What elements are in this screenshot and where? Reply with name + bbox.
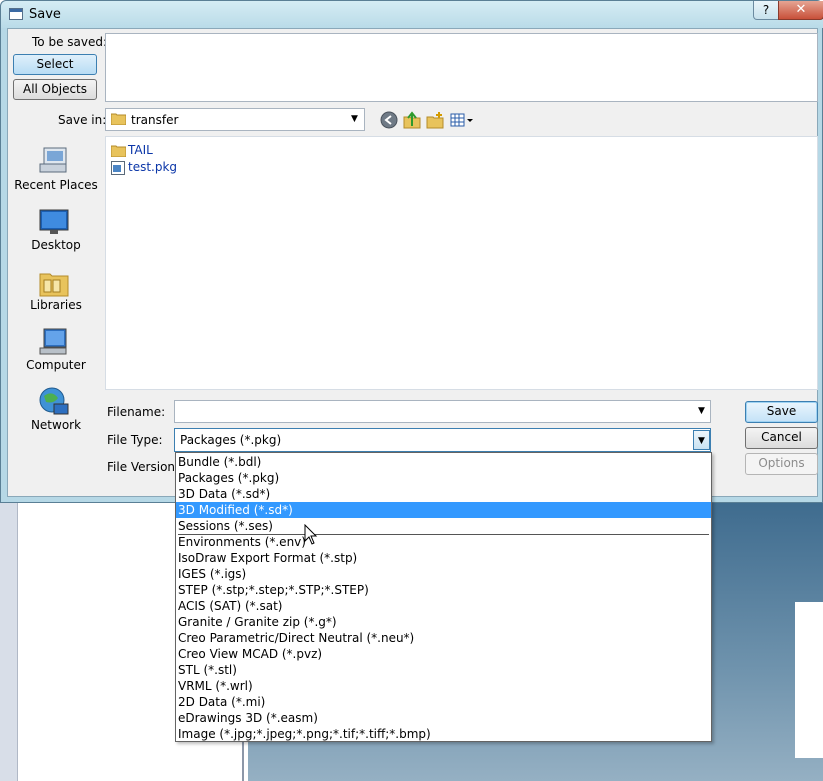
dropdown-option[interactable]: Image (*.jpg;*.jpeg;*.png;*.tif;*.tiff;*…: [176, 726, 711, 742]
view-menu-icon[interactable]: [450, 111, 476, 129]
save-in-value: transfer: [131, 113, 179, 127]
options-button[interactable]: Options: [745, 453, 818, 475]
chevron-down-icon[interactable]: ▼: [351, 114, 358, 124]
mouse-cursor-icon: [304, 524, 318, 545]
to-be-saved-label: To be saved:: [32, 35, 108, 49]
dropdown-option[interactable]: 3D Data (*.sd*): [176, 486, 711, 502]
dropdown-option[interactable]: Creo View MCAD (*.pvz): [176, 646, 711, 662]
title-bar: Save ? ✕: [1, 1, 823, 28]
network-icon: [39, 387, 69, 415]
recent-places-icon: [39, 147, 67, 173]
file-type-dropdown-list[interactable]: Bundle (*.bdl) Packages (*.pkg) 3D Data (*…: [175, 452, 712, 742]
save-in-label: Save in:: [58, 113, 107, 127]
place-desktop[interactable]: Desktop: [8, 204, 104, 260]
dropdown-option[interactable]: VRML (*.wrl): [176, 678, 711, 694]
close-button[interactable]: ✕: [778, 1, 823, 20]
desktop-icon: [39, 209, 69, 234]
file-list[interactable]: TAIL test.pkg: [105, 136, 818, 390]
back-icon[interactable]: [380, 111, 398, 129]
computer-icon: [39, 328, 67, 355]
dropdown-option[interactable]: Sessions (*.ses): [176, 518, 711, 534]
dropdown-option[interactable]: eDrawings 3D (*.easm): [176, 710, 711, 726]
window-icon: [9, 8, 23, 20]
place-libraries[interactable]: Libraries: [8, 264, 104, 320]
dropdown-option[interactable]: IsoDraw Export Format (*.stp): [176, 550, 711, 566]
place-network[interactable]: Network: [8, 384, 104, 440]
filename-input[interactable]: [174, 400, 711, 423]
file-name: test.pkg: [128, 160, 178, 174]
background-side-panel: [795, 602, 823, 758]
up-folder-icon[interactable]: [403, 111, 421, 129]
chevron-down-icon[interactable]: ▼: [698, 406, 705, 416]
file-type-value: Packages (*.pkg): [180, 433, 282, 447]
dropdown-option[interactable]: Packages (*.pkg): [176, 470, 711, 486]
file-type-dropdown-button[interactable]: ▼: [693, 430, 710, 450]
dropdown-option[interactable]: 2D Data (*.mi): [176, 694, 711, 710]
new-folder-icon[interactable]: [426, 111, 444, 129]
help-button[interactable]: ?: [753, 1, 779, 20]
dropdown-option[interactable]: Granite / Granite zip (*.g*): [176, 614, 711, 630]
file-version-label: File Version:: [107, 460, 180, 474]
dropdown-option[interactable]: STL (*.stl): [176, 662, 711, 678]
all-objects-button[interactable]: All Objects: [13, 79, 97, 100]
save-button[interactable]: Save: [745, 401, 818, 423]
folder-icon: [111, 145, 126, 157]
dropdown-option[interactable]: STEP (*.stp;*.step;*.STP;*.STEP): [176, 582, 711, 598]
chevron-down-icon: ▼: [698, 436, 705, 446]
filename-label: Filename:: [107, 405, 166, 419]
dropdown-option[interactable]: ACIS (SAT) (*.sat): [176, 598, 711, 614]
window-title: Save: [29, 7, 61, 22]
place-computer[interactable]: Computer: [8, 324, 104, 380]
dropdown-option[interactable]: Creo Parametric/Direct Neutral (*.neu*): [176, 630, 711, 646]
dropdown-option[interactable]: Environments (*.env): [176, 534, 711, 550]
package-file-icon: [111, 161, 125, 175]
file-type-label: File Type:: [107, 433, 163, 447]
cancel-button[interactable]: Cancel: [745, 427, 818, 449]
select-button[interactable]: Select: [13, 54, 97, 75]
libraries-icon: [39, 273, 69, 297]
dropdown-option[interactable]: 3D Modified (*.sd*): [176, 502, 711, 518]
background-toolbar-strip: [0, 500, 18, 781]
dropdown-option[interactable]: IGES (*.igs): [176, 566, 711, 582]
place-recent-places[interactable]: Recent Places: [8, 142, 104, 198]
places-bar: Recent Places Desktop Libraries Computer: [8, 134, 104, 434]
to-be-saved-list[interactable]: [105, 33, 818, 102]
folder-icon: [111, 113, 126, 125]
dropdown-option[interactable]: Bundle (*.bdl): [176, 454, 711, 470]
file-name: TAIL: [128, 143, 153, 157]
